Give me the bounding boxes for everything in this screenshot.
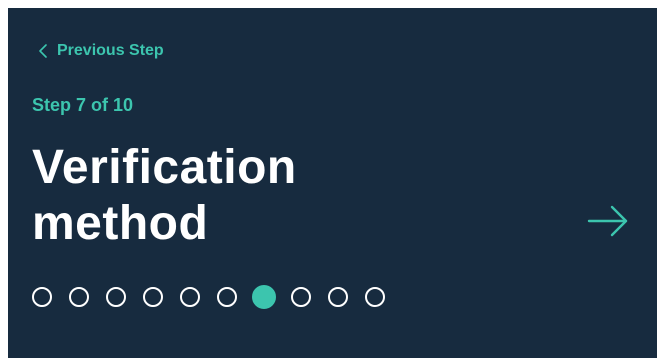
step-dot[interactable] <box>180 287 200 307</box>
step-dot[interactable] <box>365 287 385 307</box>
arrow-right-icon <box>586 205 630 242</box>
step-counter: Step 7 of 10 <box>32 95 134 115</box>
title-line-1: Verification <box>32 141 297 194</box>
next-step-button[interactable] <box>586 204 630 243</box>
step-dot[interactable] <box>291 287 311 307</box>
page-title: Verification method <box>32 140 297 252</box>
step-dot-active[interactable] <box>252 285 276 309</box>
chevron-left-icon <box>39 44 47 58</box>
previous-step-link[interactable]: Previous Step <box>39 42 164 60</box>
step-dot[interactable] <box>69 287 89 307</box>
step-dot[interactable] <box>143 287 163 307</box>
step-dot[interactable] <box>32 287 52 307</box>
step-dot[interactable] <box>328 287 348 307</box>
title-line-2: method <box>32 197 209 250</box>
step-progress-dots <box>32 285 385 309</box>
wizard-panel: Previous Step Step 7 of 10 Verification … <box>8 8 657 358</box>
step-dot[interactable] <box>217 287 237 307</box>
step-dot[interactable] <box>106 287 126 307</box>
previous-step-label: Previous Step <box>57 42 164 59</box>
